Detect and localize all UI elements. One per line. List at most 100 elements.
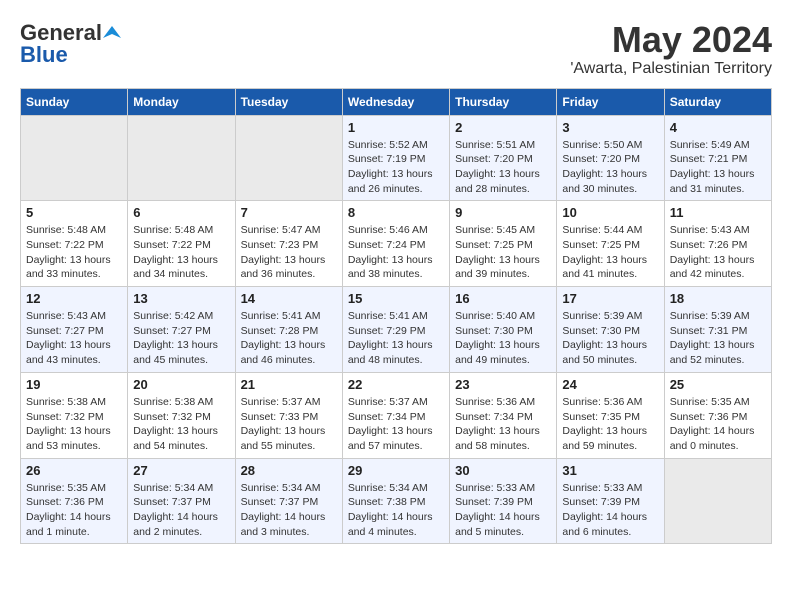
title-block: May 2024 'Awarta, Palestinian Territory bbox=[570, 20, 772, 78]
calendar-cell: 8 Sunrise: 5:46 AM Sunset: 7:24 PM Daylig… bbox=[342, 201, 449, 287]
calendar-cell: 1 Sunrise: 5:52 AM Sunset: 7:19 PM Daylig… bbox=[342, 115, 449, 201]
day-number: 13 bbox=[133, 291, 229, 306]
calendar-cell: 20 Sunrise: 5:38 AM Sunset: 7:32 PM Dayli… bbox=[128, 372, 235, 458]
day-number: 1 bbox=[348, 120, 444, 135]
calendar-cell: 28 Sunrise: 5:34 AM Sunset: 7:37 PM Dayli… bbox=[235, 458, 342, 544]
day-number: 14 bbox=[241, 291, 337, 306]
calendar-cell bbox=[664, 458, 771, 544]
weekday-header-sunday: Sunday bbox=[21, 88, 128, 115]
calendar-cell: 29 Sunrise: 5:34 AM Sunset: 7:38 PM Dayli… bbox=[342, 458, 449, 544]
day-info: Sunrise: 5:33 AM Sunset: 7:39 PM Dayligh… bbox=[455, 481, 551, 540]
calendar-cell bbox=[21, 115, 128, 201]
day-number: 8 bbox=[348, 205, 444, 220]
calendar-cell: 15 Sunrise: 5:41 AM Sunset: 7:29 PM Dayli… bbox=[342, 287, 449, 373]
page-header: General Blue May 2024 'Awarta, Palestini… bbox=[20, 20, 772, 78]
day-number: 9 bbox=[455, 205, 551, 220]
calendar-cell: 10 Sunrise: 5:44 AM Sunset: 7:25 PM Dayli… bbox=[557, 201, 664, 287]
day-info: Sunrise: 5:39 AM Sunset: 7:31 PM Dayligh… bbox=[670, 309, 766, 368]
month-title: May 2024 bbox=[570, 20, 772, 60]
calendar-cell: 3Sunrise: 5:50 AM Sunset: 7:20 PM Daylig… bbox=[557, 115, 664, 201]
day-number: 25 bbox=[670, 377, 766, 392]
day-number: 5 bbox=[26, 205, 122, 220]
calendar-cell: 22Sunrise: 5:37 AM Sunset: 7:34 PM Dayli… bbox=[342, 372, 449, 458]
day-number: 27 bbox=[133, 463, 229, 478]
day-number: 16 bbox=[455, 291, 551, 306]
logo-bird-icon bbox=[103, 24, 121, 42]
calendar-week-row: 19 Sunrise: 5:38 AM Sunset: 7:32 PM Dayli… bbox=[21, 372, 772, 458]
calendar-body: 1 Sunrise: 5:52 AM Sunset: 7:19 PM Daylig… bbox=[21, 115, 772, 544]
calendar-cell: 23 Sunrise: 5:36 AM Sunset: 7:34 PM Dayli… bbox=[450, 372, 557, 458]
day-info: Sunrise: 5:52 AM Sunset: 7:19 PM Dayligh… bbox=[348, 138, 444, 197]
weekday-header-monday: Monday bbox=[128, 88, 235, 115]
day-number: 2 bbox=[455, 120, 551, 135]
day-number: 7 bbox=[241, 205, 337, 220]
day-number: 30 bbox=[455, 463, 551, 478]
calendar-cell: 14 Sunrise: 5:41 AM Sunset: 7:28 PM Dayli… bbox=[235, 287, 342, 373]
calendar-cell: 7Sunrise: 5:47 AM Sunset: 7:23 PM Daylig… bbox=[235, 201, 342, 287]
day-info: Sunrise: 5:51 AM Sunset: 7:20 PM Dayligh… bbox=[455, 138, 551, 197]
day-info: Sunrise: 5:33 AM Sunset: 7:39 PM Dayligh… bbox=[562, 481, 658, 540]
day-info: Sunrise: 5:34 AM Sunset: 7:37 PM Dayligh… bbox=[133, 481, 229, 540]
day-info: Sunrise: 5:35 AM Sunset: 7:36 PM Dayligh… bbox=[26, 481, 122, 540]
weekday-header-tuesday: Tuesday bbox=[235, 88, 342, 115]
day-info: Sunrise: 5:37 AM Sunset: 7:33 PM Dayligh… bbox=[241, 395, 337, 454]
day-info: Sunrise: 5:36 AM Sunset: 7:34 PM Dayligh… bbox=[455, 395, 551, 454]
day-number: 19 bbox=[26, 377, 122, 392]
calendar-cell: 27 Sunrise: 5:34 AM Sunset: 7:37 PM Dayli… bbox=[128, 458, 235, 544]
day-info: Sunrise: 5:40 AM Sunset: 7:30 PM Dayligh… bbox=[455, 309, 551, 368]
calendar-cell: 2 Sunrise: 5:51 AM Sunset: 7:20 PM Daylig… bbox=[450, 115, 557, 201]
calendar-cell: 12 Sunrise: 5:43 AM Sunset: 7:27 PM Dayli… bbox=[21, 287, 128, 373]
day-number: 15 bbox=[348, 291, 444, 306]
day-info: Sunrise: 5:49 AM Sunset: 7:21 PM Dayligh… bbox=[670, 138, 766, 197]
weekday-header-thursday: Thursday bbox=[450, 88, 557, 115]
day-info: Sunrise: 5:38 AM Sunset: 7:32 PM Dayligh… bbox=[26, 395, 122, 454]
weekday-header-saturday: Saturday bbox=[664, 88, 771, 115]
day-number: 26 bbox=[26, 463, 122, 478]
day-info: Sunrise: 5:44 AM Sunset: 7:25 PM Dayligh… bbox=[562, 223, 658, 282]
day-number: 6 bbox=[133, 205, 229, 220]
day-number: 10 bbox=[562, 205, 658, 220]
day-info: Sunrise: 5:41 AM Sunset: 7:29 PM Dayligh… bbox=[348, 309, 444, 368]
calendar-cell: 13 Sunrise: 5:42 AM Sunset: 7:27 PM Dayli… bbox=[128, 287, 235, 373]
calendar-cell: 19 Sunrise: 5:38 AM Sunset: 7:32 PM Dayli… bbox=[21, 372, 128, 458]
calendar-cell bbox=[128, 115, 235, 201]
day-info: Sunrise: 5:38 AM Sunset: 7:32 PM Dayligh… bbox=[133, 395, 229, 454]
day-info: Sunrise: 5:45 AM Sunset: 7:25 PM Dayligh… bbox=[455, 223, 551, 282]
day-number: 23 bbox=[455, 377, 551, 392]
calendar-cell: 31 Sunrise: 5:33 AM Sunset: 7:39 PM Dayli… bbox=[557, 458, 664, 544]
day-info: Sunrise: 5:35 AM Sunset: 7:36 PM Dayligh… bbox=[670, 395, 766, 454]
calendar-cell: 17Sunrise: 5:39 AM Sunset: 7:30 PM Dayli… bbox=[557, 287, 664, 373]
calendar-cell: 26 Sunrise: 5:35 AM Sunset: 7:36 PM Dayli… bbox=[21, 458, 128, 544]
day-number: 12 bbox=[26, 291, 122, 306]
calendar-table: SundayMondayTuesdayWednesdayThursdayFrid… bbox=[20, 88, 772, 545]
calendar-cell: 11Sunrise: 5:43 AM Sunset: 7:26 PM Dayli… bbox=[664, 201, 771, 287]
day-info: Sunrise: 5:41 AM Sunset: 7:28 PM Dayligh… bbox=[241, 309, 337, 368]
logo-blue: Blue bbox=[20, 42, 68, 68]
day-info: Sunrise: 5:48 AM Sunset: 7:22 PM Dayligh… bbox=[26, 223, 122, 282]
calendar-week-row: 26 Sunrise: 5:35 AM Sunset: 7:36 PM Dayli… bbox=[21, 458, 772, 544]
calendar-cell: 4 Sunrise: 5:49 AM Sunset: 7:21 PM Daylig… bbox=[664, 115, 771, 201]
day-number: 31 bbox=[562, 463, 658, 478]
day-info: Sunrise: 5:46 AM Sunset: 7:24 PM Dayligh… bbox=[348, 223, 444, 282]
day-number: 29 bbox=[348, 463, 444, 478]
day-info: Sunrise: 5:43 AM Sunset: 7:26 PM Dayligh… bbox=[670, 223, 766, 282]
calendar-cell: 16 Sunrise: 5:40 AM Sunset: 7:30 PM Dayli… bbox=[450, 287, 557, 373]
day-number: 21 bbox=[241, 377, 337, 392]
calendar-week-row: 12 Sunrise: 5:43 AM Sunset: 7:27 PM Dayli… bbox=[21, 287, 772, 373]
calendar-cell: 25 Sunrise: 5:35 AM Sunset: 7:36 PM Dayli… bbox=[664, 372, 771, 458]
calendar-week-row: 1 Sunrise: 5:52 AM Sunset: 7:19 PM Daylig… bbox=[21, 115, 772, 201]
calendar-cell: 6Sunrise: 5:48 AM Sunset: 7:22 PM Daylig… bbox=[128, 201, 235, 287]
logo: General Blue bbox=[20, 20, 122, 68]
day-number: 28 bbox=[241, 463, 337, 478]
weekday-header-friday: Friday bbox=[557, 88, 664, 115]
calendar-cell: 18 Sunrise: 5:39 AM Sunset: 7:31 PM Dayli… bbox=[664, 287, 771, 373]
day-info: Sunrise: 5:34 AM Sunset: 7:38 PM Dayligh… bbox=[348, 481, 444, 540]
day-number: 20 bbox=[133, 377, 229, 392]
day-info: Sunrise: 5:42 AM Sunset: 7:27 PM Dayligh… bbox=[133, 309, 229, 368]
day-number: 18 bbox=[670, 291, 766, 306]
day-info: Sunrise: 5:34 AM Sunset: 7:37 PM Dayligh… bbox=[241, 481, 337, 540]
day-info: Sunrise: 5:36 AM Sunset: 7:35 PM Dayligh… bbox=[562, 395, 658, 454]
day-number: 4 bbox=[670, 120, 766, 135]
day-info: Sunrise: 5:43 AM Sunset: 7:27 PM Dayligh… bbox=[26, 309, 122, 368]
day-number: 22 bbox=[348, 377, 444, 392]
